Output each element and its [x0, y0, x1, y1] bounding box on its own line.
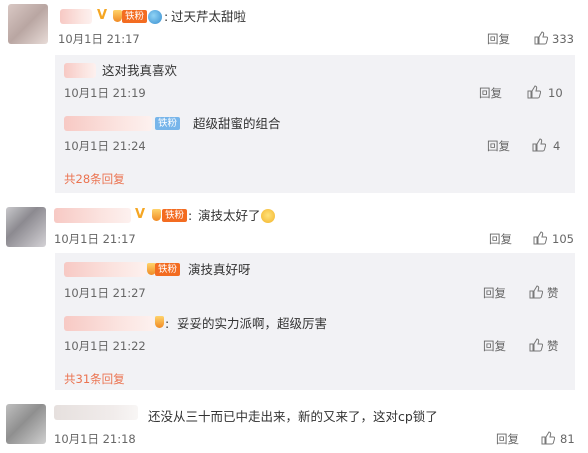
- comment-text: 还没从三十而已中走出来，新的又来了，这对cp锁了: [148, 409, 438, 424]
- fan-badge: 铁粉: [162, 209, 188, 222]
- jellyfish-emoji-icon: [148, 10, 162, 24]
- reply-button[interactable]: 回复: [496, 432, 519, 446]
- like-count[interactable]: 赞: [547, 286, 559, 300]
- reply-text: 妥妥的实力派啊，超级厉害: [177, 316, 328, 331]
- reply-button[interactable]: 回复: [487, 32, 510, 46]
- reply-button[interactable]: 回复: [483, 286, 506, 300]
- avatar[interactable]: [6, 404, 46, 444]
- reply-username[interactable]: [64, 116, 152, 131]
- like-icon[interactable]: [534, 31, 548, 45]
- reply-username[interactable]: [64, 63, 96, 78]
- comment-text: 演技太好了: [198, 208, 261, 223]
- like-icon[interactable]: [541, 431, 555, 445]
- reply-button[interactable]: 回复: [479, 86, 502, 100]
- comment-colon: :: [165, 316, 170, 331]
- like-icon[interactable]: [533, 231, 547, 245]
- reply-username[interactable]: [64, 262, 146, 277]
- fan-badge: 铁粉: [122, 10, 148, 23]
- like-count[interactable]: 10: [548, 86, 563, 100]
- reply-button[interactable]: 回复: [489, 232, 512, 246]
- like-count[interactable]: 赞: [547, 339, 559, 353]
- username[interactable]: [54, 405, 138, 420]
- reply-time: 10月1日 21:19: [64, 86, 146, 100]
- reply-time: 10月1日 21:27: [64, 286, 146, 300]
- reply-text: 演技真好呀: [188, 262, 251, 277]
- reply-text: 这对我真喜欢: [102, 63, 178, 78]
- reply-time: 10月1日 21:22: [64, 339, 146, 353]
- fan-badge: 铁粉: [155, 263, 181, 276]
- verified-badge-icon: V: [135, 207, 146, 222]
- like-count[interactable]: 81: [560, 432, 575, 446]
- like-icon[interactable]: [529, 338, 543, 352]
- comment-time: 10月1日 21:18: [54, 432, 136, 446]
- medal-icon: [152, 209, 161, 221]
- medal-icon: [113, 10, 122, 22]
- reply-button[interactable]: 回复: [483, 339, 506, 353]
- like-count[interactable]: 333: [552, 32, 574, 46]
- comment-time: 10月1日 21:17: [54, 232, 136, 246]
- comment-text: 过天芹太甜啦: [171, 9, 247, 24]
- reply-button[interactable]: 回复: [487, 139, 510, 153]
- comment-colon: :: [188, 208, 193, 223]
- like-count[interactable]: 4: [553, 139, 560, 153]
- reply-text: 超级甜蜜的组合: [193, 116, 281, 131]
- avatar[interactable]: [6, 207, 46, 247]
- verified-badge-icon: V: [97, 8, 108, 23]
- username[interactable]: [54, 208, 131, 223]
- fan-badge: 铁粉: [155, 117, 181, 130]
- comment-time: 10月1日 21:17: [58, 32, 140, 46]
- like-icon[interactable]: [527, 85, 541, 99]
- like-icon[interactable]: [532, 138, 546, 152]
- teary-face-emoji-icon: [261, 209, 275, 223]
- like-count[interactable]: 105: [552, 232, 574, 246]
- comment-colon: :: [164, 9, 169, 24]
- reply-time: 10月1日 21:24: [64, 139, 146, 153]
- like-icon[interactable]: [529, 285, 543, 299]
- more-replies-link[interactable]: 共28条回复: [64, 172, 125, 186]
- avatar[interactable]: [8, 4, 48, 44]
- reply-username[interactable]: [64, 316, 154, 331]
- medal-icon: [155, 316, 164, 328]
- username[interactable]: [60, 9, 92, 24]
- more-replies-link[interactable]: 共31条回复: [64, 372, 125, 386]
